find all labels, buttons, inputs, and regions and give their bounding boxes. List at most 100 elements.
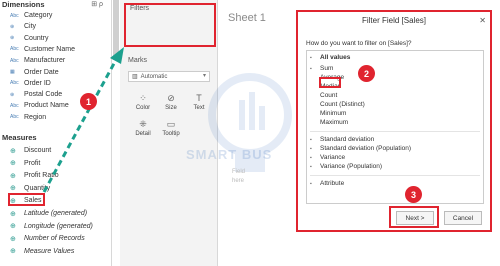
color-button[interactable]: ⁘ Color xyxy=(129,87,157,112)
tooltip-icon: ▭ xyxy=(166,119,176,129)
dialog-question: How do you want to filter on [Sales]? xyxy=(306,40,412,47)
bullet-icon: ▪ xyxy=(310,54,312,61)
field-label: Country xyxy=(24,34,49,42)
measure-icon: ⊕ xyxy=(10,210,16,218)
dimension-field[interactable]: Abc Category xyxy=(10,10,52,21)
list-item-variance[interactable]: ▪ Variance xyxy=(310,153,345,162)
field-label: Discount xyxy=(24,147,52,154)
next-highlight xyxy=(389,206,439,228)
step-2-badge: 2 xyxy=(358,65,375,82)
dimension-field[interactable]: Abc Order ID xyxy=(10,78,51,89)
dimensions-header: Dimensions xyxy=(2,0,45,9)
measure-field[interactable]: ⊕ Longitude (generated) xyxy=(10,221,93,232)
dimension-field[interactable]: ▦ Order Date xyxy=(10,67,59,78)
list-item-count-distinct[interactable]: Count (Distinct) xyxy=(320,100,365,109)
list-divider xyxy=(310,175,480,176)
watermark-text: SMART BUS xyxy=(186,147,273,162)
string-type-icon: Abc xyxy=(10,12,19,19)
measure-icon: ⊕ xyxy=(10,235,16,243)
marks-type-value: Automatic xyxy=(140,73,168,80)
measure-icon: ⊕ xyxy=(10,172,16,180)
measure-field[interactable]: ⊕ Profit Ratio xyxy=(10,170,59,181)
list-item-std-dev-pop[interactable]: ▪ Standard deviation (Population) xyxy=(310,144,411,153)
aggregation-list: ▪ All values ▪ Sum Average Median Count … xyxy=(306,50,484,204)
bullet-icon: ▪ xyxy=(310,180,312,187)
drop-field-hint: Field here xyxy=(232,169,246,184)
list-item-count[interactable]: Count xyxy=(320,91,337,100)
field-label: Customer Name xyxy=(24,45,75,53)
sheet-title: Sheet 1 xyxy=(228,12,266,24)
dimension-field[interactable]: Abc Manufacturer xyxy=(10,55,65,66)
field-label: Measure Values xyxy=(24,247,75,255)
step-1-badge: 1 xyxy=(80,93,97,110)
dimension-field[interactable]: Abc Region xyxy=(10,112,46,123)
field-label: Manufacturer xyxy=(24,57,66,65)
dimension-field[interactable]: Abc Customer Name xyxy=(10,44,75,55)
dimension-field[interactable]: ⊕ City xyxy=(10,21,36,32)
measure-field[interactable]: ⊕ Discount xyxy=(10,145,51,156)
field-label: City xyxy=(24,23,37,31)
field-label: Number of Records xyxy=(24,235,85,243)
measure-icon: ⊕ xyxy=(10,147,16,155)
dimension-field[interactable]: ⊕ Country xyxy=(10,33,49,44)
field-label: Quantity xyxy=(24,184,51,192)
field-label: Postal Code xyxy=(24,91,63,99)
string-type-icon: Abc xyxy=(10,46,19,53)
list-item-maximum[interactable]: Maximum xyxy=(320,118,348,127)
close-icon[interactable]: ✕ xyxy=(479,16,486,25)
field-label: Order ID xyxy=(24,79,51,87)
measure-field[interactable]: ⊕ Latitude (generated) xyxy=(10,208,87,219)
marks-type-icon: ▥ xyxy=(132,74,138,80)
measure-field[interactable]: ⊕ Number of Records xyxy=(10,233,85,244)
measure-icon: ⊕ xyxy=(10,223,16,231)
dimensions-scrollbar[interactable] xyxy=(113,0,119,60)
globe-icon: ⊕ xyxy=(10,23,15,30)
field-label: Longitude (generated) xyxy=(24,222,93,230)
bullet-icon: ▪ xyxy=(310,65,312,72)
calendar-icon: ▦ xyxy=(10,69,15,75)
list-item-minimum[interactable]: Minimum xyxy=(320,109,346,118)
measure-field[interactable]: ⊕ Profit xyxy=(10,158,40,169)
field-label: Latitude (generated) xyxy=(24,210,88,217)
step-3-badge: 3 xyxy=(405,186,422,203)
list-item-variance-pop[interactable]: ▪ Variance (Population) xyxy=(310,162,382,171)
detail-icon: ⁜ xyxy=(139,119,147,129)
measure-field[interactable]: ⊕ Measure Values xyxy=(10,246,74,257)
field-label: Profit Ratio xyxy=(24,172,59,180)
filter-field-dialog: Filter Field [Sales] ✕ How do you want t… xyxy=(296,10,492,232)
field-label: Region xyxy=(24,113,47,121)
bullet-icon: ▪ xyxy=(310,154,312,161)
list-item-all-values[interactable]: ▪ All values xyxy=(310,53,350,62)
list-item-sum[interactable]: ▪ Sum xyxy=(310,64,333,73)
bullet-icon: ▪ xyxy=(310,136,312,143)
list-item-std-dev[interactable]: ▪ Standard deviation xyxy=(310,135,374,144)
list-item-attribute[interactable]: ▪ Attribute xyxy=(310,179,344,188)
detail-button[interactable]: ⁜ Detail xyxy=(129,113,157,138)
bullet-icon: ▪ xyxy=(310,163,312,170)
string-type-icon: Abc xyxy=(10,80,19,87)
field-label: Category xyxy=(24,12,53,19)
dimension-field[interactable]: Abc Product Name xyxy=(10,100,69,111)
pane-tools[interactable]: ⊞ ρ xyxy=(91,0,103,8)
size-icon: ⊘ xyxy=(167,93,175,103)
dimension-field[interactable]: ⊕ Postal Code xyxy=(10,89,62,100)
list-divider xyxy=(310,131,480,132)
measure-icon: ⊕ xyxy=(10,160,16,168)
string-type-icon: Abc xyxy=(10,102,19,109)
sales-highlight xyxy=(8,193,45,206)
color-icon: ⁘ xyxy=(139,93,147,103)
globe-icon: ⊕ xyxy=(10,35,15,42)
detail-label: Detail xyxy=(135,131,151,137)
filters-shelf[interactable] xyxy=(124,3,216,47)
measure-icon: ⊕ xyxy=(10,185,16,193)
color-label: Color xyxy=(135,105,151,111)
string-type-icon: Abc xyxy=(10,57,19,64)
string-type-icon: Abc xyxy=(10,114,19,121)
field-label: Order Date xyxy=(24,68,59,76)
marks-label: Marks xyxy=(128,57,148,64)
measures-header: Measures xyxy=(2,133,37,142)
cancel-button[interactable]: Cancel xyxy=(444,211,482,225)
dialog-title: Filter Field [Sales] xyxy=(361,16,427,25)
sum-highlight xyxy=(319,77,341,88)
data-pane: Dimensions ⊞ ρ Abc Category ⊕ City ⊕ Country A… xyxy=(0,0,112,266)
